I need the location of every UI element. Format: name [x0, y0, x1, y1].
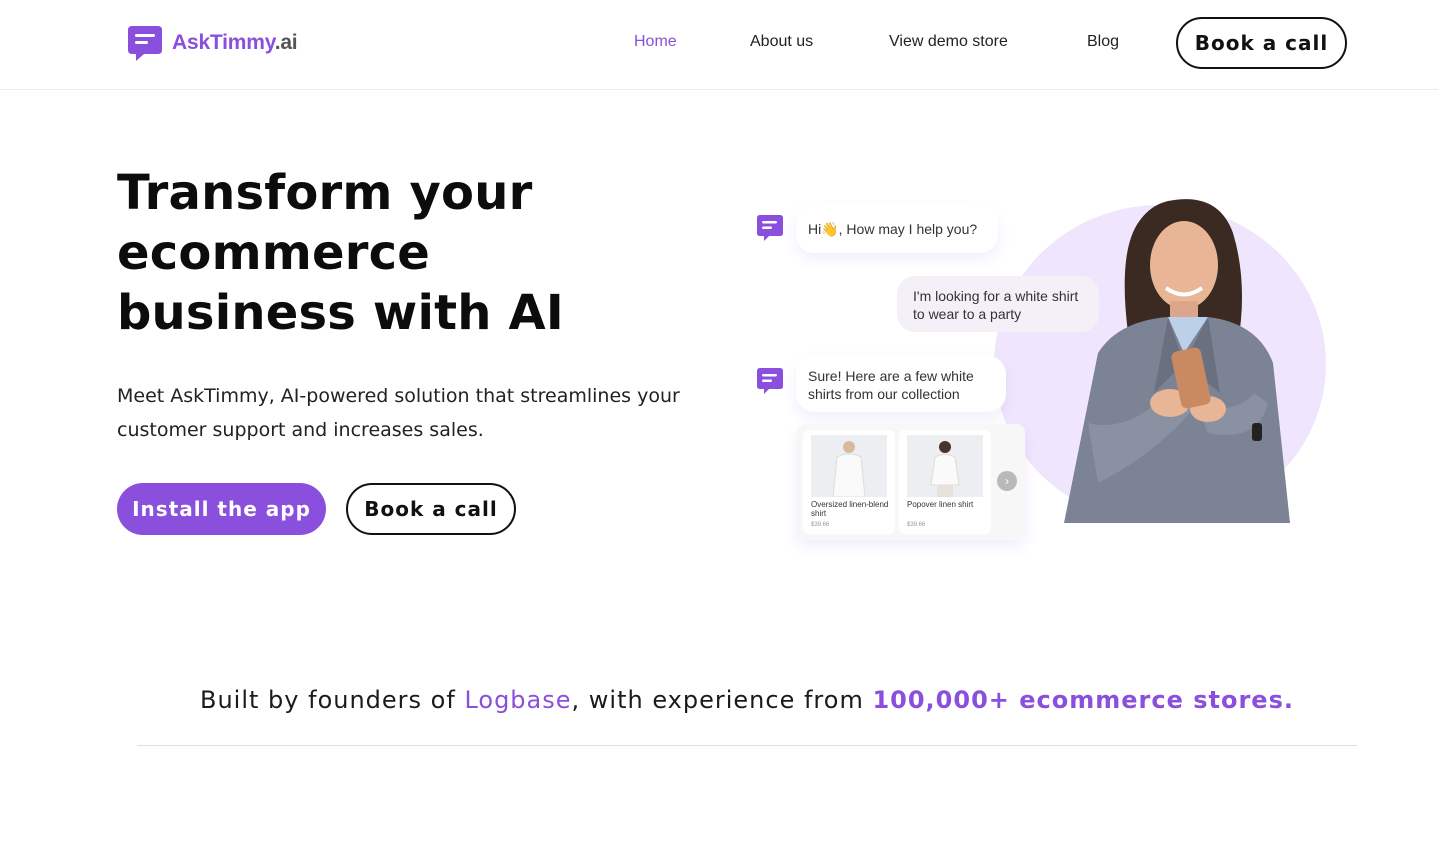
chevron-right-icon[interactable]: ›	[997, 471, 1017, 491]
product-image	[907, 435, 983, 497]
hero-description: Meet AskTimmy, AI-powered solution that …	[117, 385, 680, 441]
logo[interactable]: AskTimmy.ai	[126, 24, 298, 62]
bot-chat-icon	[757, 215, 783, 241]
product-name: Oversized linen-blend shirt	[811, 500, 889, 518]
bot-reply-bubble: Sure! Here are a few white shirts from o…	[796, 356, 1006, 412]
header-book-call-button[interactable]: Book a call	[1176, 17, 1347, 69]
founders-statement: Built by founders of Logbase, with exper…	[0, 686, 1438, 714]
nav-view-demo-store[interactable]: View demo store	[889, 33, 1008, 51]
product-carousel: Oversized linen-blend shirt $39.66 Popov…	[797, 424, 1025, 540]
logo-name: AskTimmy	[172, 31, 275, 54]
bot-chat-icon	[757, 368, 783, 394]
book-call-button[interactable]: Book a call	[346, 483, 516, 535]
nav-home[interactable]: Home	[634, 33, 677, 51]
founders-prefix: Built by founders of	[200, 686, 465, 714]
logo-suffix: .ai	[274, 31, 298, 54]
hero-title: Transform your ecommerce business with A…	[117, 165, 564, 341]
product-price: $39.66	[907, 522, 926, 528]
woman-with-phone-illustration	[1064, 199, 1290, 523]
product-card[interactable]: Oversized linen-blend shirt $39.66	[803, 430, 895, 534]
user-message-bubble: I'm looking for a white shirt to wear to…	[897, 276, 1099, 332]
logo-text: AskTimmy.ai	[172, 31, 298, 55]
logbase-link[interactable]: Logbase	[464, 686, 571, 714]
section-divider	[137, 745, 1357, 746]
nav-blog[interactable]: Blog	[1087, 33, 1119, 51]
nav-about-us[interactable]: About us	[750, 33, 813, 51]
product-card[interactable]: Popover linen shirt $39.66	[899, 430, 991, 534]
founders-middle: , with experience from	[571, 686, 873, 714]
chat-bubble-icon	[128, 26, 162, 61]
product-price: $39.66	[811, 522, 830, 528]
bot-greeting-bubble: Hi👋, How may I help you?	[796, 205, 998, 253]
product-image	[811, 435, 887, 498]
product-name: Popover linen shirt	[907, 500, 974, 509]
stores-highlight: 100,000+ ecommerce stores.	[872, 686, 1294, 714]
site-header: AskTimmy.ai Home About us View demo stor…	[0, 0, 1438, 90]
install-app-button[interactable]: Install the app	[117, 483, 326, 535]
